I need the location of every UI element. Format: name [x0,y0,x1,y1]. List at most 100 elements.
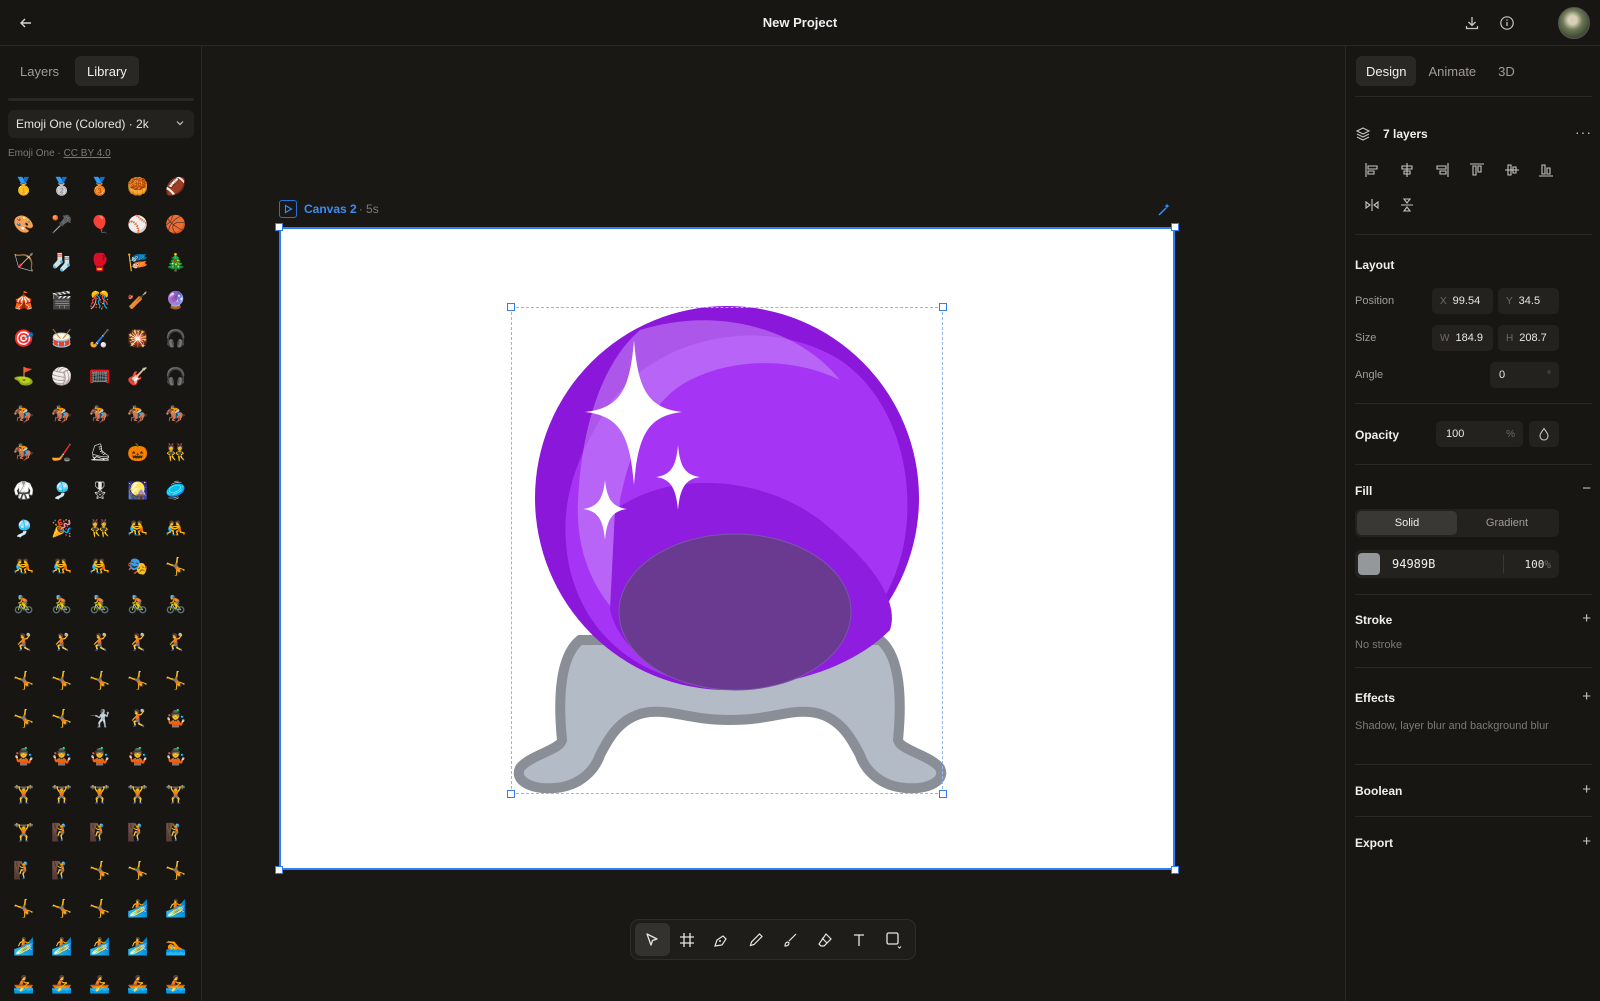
emoji-item[interactable]: 🤸 [157,548,195,586]
emoji-item[interactable]: 🎬 [43,282,81,320]
emoji-item[interactable]: 🎖 [81,472,119,510]
resize-handle[interactable] [1171,223,1179,231]
align-top-button[interactable] [1459,158,1494,182]
align-left-button[interactable] [1355,158,1390,182]
tab-library[interactable]: Library [75,56,139,86]
info-button[interactable] [1496,12,1518,34]
fill-mode-solid[interactable]: Solid [1357,511,1457,535]
blend-mode-button[interactable] [1529,421,1559,447]
position-y-field[interactable]: Y 34.5 [1498,288,1559,314]
add-export-button[interactable]: + [1582,833,1591,850]
emoji-item[interactable]: 🚴 [43,586,81,624]
emoji-item[interactable]: 🎃 [119,434,157,472]
emoji-item[interactable]: 🤼 [119,510,157,548]
shape-tool[interactable] [877,923,912,956]
fill-remove-button[interactable]: − [1582,480,1591,497]
emoji-item[interactable]: 🏄 [5,928,43,966]
emoji-item[interactable]: 🏋 [119,776,157,814]
emoji-item[interactable]: 🎪 [5,282,43,320]
emoji-item[interactable]: 🎄 [157,244,195,282]
emoji-item[interactable]: 🏑 [81,320,119,358]
frame-tool[interactable] [670,923,705,956]
emoji-item[interactable]: 🤼 [81,548,119,586]
emoji-item[interactable]: 🏄 [43,928,81,966]
emoji-item[interactable]: 🎈 [81,206,119,244]
emoji-item[interactable]: 🧦 [43,244,81,282]
canvas-label[interactable]: Canvas 2 · 5s [279,200,379,218]
emoji-item[interactable]: 🥇 [5,168,43,206]
emoji-item[interactable]: 🤹 [157,700,195,738]
emoji-item[interactable]: 🤺 [81,700,119,738]
fill-mode-gradient[interactable]: Gradient [1457,511,1557,535]
emoji-item[interactable]: 👯 [81,510,119,548]
back-button[interactable] [14,11,38,35]
fill-alpha[interactable]: 100% [1525,558,1552,571]
align-center-h-button[interactable] [1390,158,1425,182]
emoji-item[interactable]: 🏒 [43,434,81,472]
resize-handle[interactable] [275,866,283,874]
emoji-item[interactable]: 🤹 [157,738,195,776]
resize-handle[interactable] [507,303,515,311]
emoji-item[interactable]: 🏇 [157,396,195,434]
align-middle-button[interactable] [1494,158,1529,182]
emoji-item[interactable]: 🤸 [43,662,81,700]
emoji-item[interactable]: 🤾 [157,624,195,662]
add-effect-button[interactable]: + [1582,688,1591,705]
emoji-item[interactable]: 🏐 [43,358,81,396]
emoji-item[interactable]: 🤸 [81,662,119,700]
emoji-item[interactable]: 🎐 [43,472,81,510]
emoji-item[interactable]: 🤸 [119,852,157,890]
emoji-item[interactable]: 🤼 [5,548,43,586]
emoji-item[interactable]: 🏊 [157,928,195,966]
emoji-item[interactable]: 🏇 [119,396,157,434]
fill-swatch[interactable] [1358,553,1380,575]
emoji-item[interactable]: 🧗 [43,852,81,890]
emoji-item[interactable]: 🧗 [119,814,157,852]
emoji-item[interactable]: 🏋 [5,776,43,814]
size-width-field[interactable]: W 184.9 [1432,325,1493,351]
emoji-item[interactable]: 🚴 [157,586,195,624]
emoji-item[interactable]: 🤸 [5,890,43,928]
emoji-item[interactable]: 🤸 [43,700,81,738]
brush-tool[interactable] [773,923,808,956]
emoji-item[interactable]: 🚣 [81,966,119,1001]
emoji-item[interactable]: 🚣 [43,966,81,1001]
emoji-item[interactable]: 🥉 [81,168,119,206]
emoji-item[interactable]: 🎏 [119,244,157,282]
emoji-item[interactable]: 🥋 [5,472,43,510]
emoji-item[interactable]: 🏄 [81,928,119,966]
opacity-field[interactable]: 100 % [1436,421,1523,447]
emoji-item[interactable]: 🥏 [157,472,195,510]
distribute-horizontal-button[interactable] [1355,193,1390,217]
emoji-item[interactable]: 🚣 [5,966,43,1001]
emoji-item[interactable]: 🏹 [5,244,43,282]
emoji-item[interactable]: 🥊 [81,244,119,282]
emoji-item[interactable]: 🏄 [119,928,157,966]
emoji-item[interactable]: 🔮 [157,282,195,320]
select-tool[interactable] [635,923,670,956]
eraser-tool[interactable] [808,923,843,956]
emoji-item[interactable]: 🏇 [5,396,43,434]
download-button[interactable] [1461,12,1483,34]
emoji-item[interactable]: 🧗 [157,814,195,852]
emoji-item[interactable]: 🤼 [157,510,195,548]
play-button[interactable] [279,200,297,218]
resize-handle[interactable] [275,223,283,231]
align-bottom-button[interactable] [1529,158,1564,182]
license-link[interactable]: CC BY 4.0 [64,148,111,159]
text-tool[interactable] [842,923,877,956]
fill-color-row[interactable]: 94989B 100% [1355,550,1559,578]
emoji-item[interactable]: 🎧 [157,358,195,396]
emoji-item[interactable]: 🤸 [5,700,43,738]
emoji-item[interactable]: 🤸 [43,890,81,928]
emoji-item[interactable]: 🏋 [81,776,119,814]
position-x-field[interactable]: X 99.54 [1432,288,1493,314]
add-stroke-button[interactable]: + [1582,610,1591,627]
emoji-item[interactable]: 🏀 [157,206,195,244]
emoji-item[interactable]: 🤸 [119,662,157,700]
emoji-item[interactable]: ⚾ [119,206,157,244]
emoji-item[interactable]: 🎯 [5,320,43,358]
emoji-item[interactable]: 🏄 [157,890,195,928]
tab-3d[interactable]: 3D [1488,56,1525,86]
emoji-item[interactable]: 🎨 [5,206,43,244]
